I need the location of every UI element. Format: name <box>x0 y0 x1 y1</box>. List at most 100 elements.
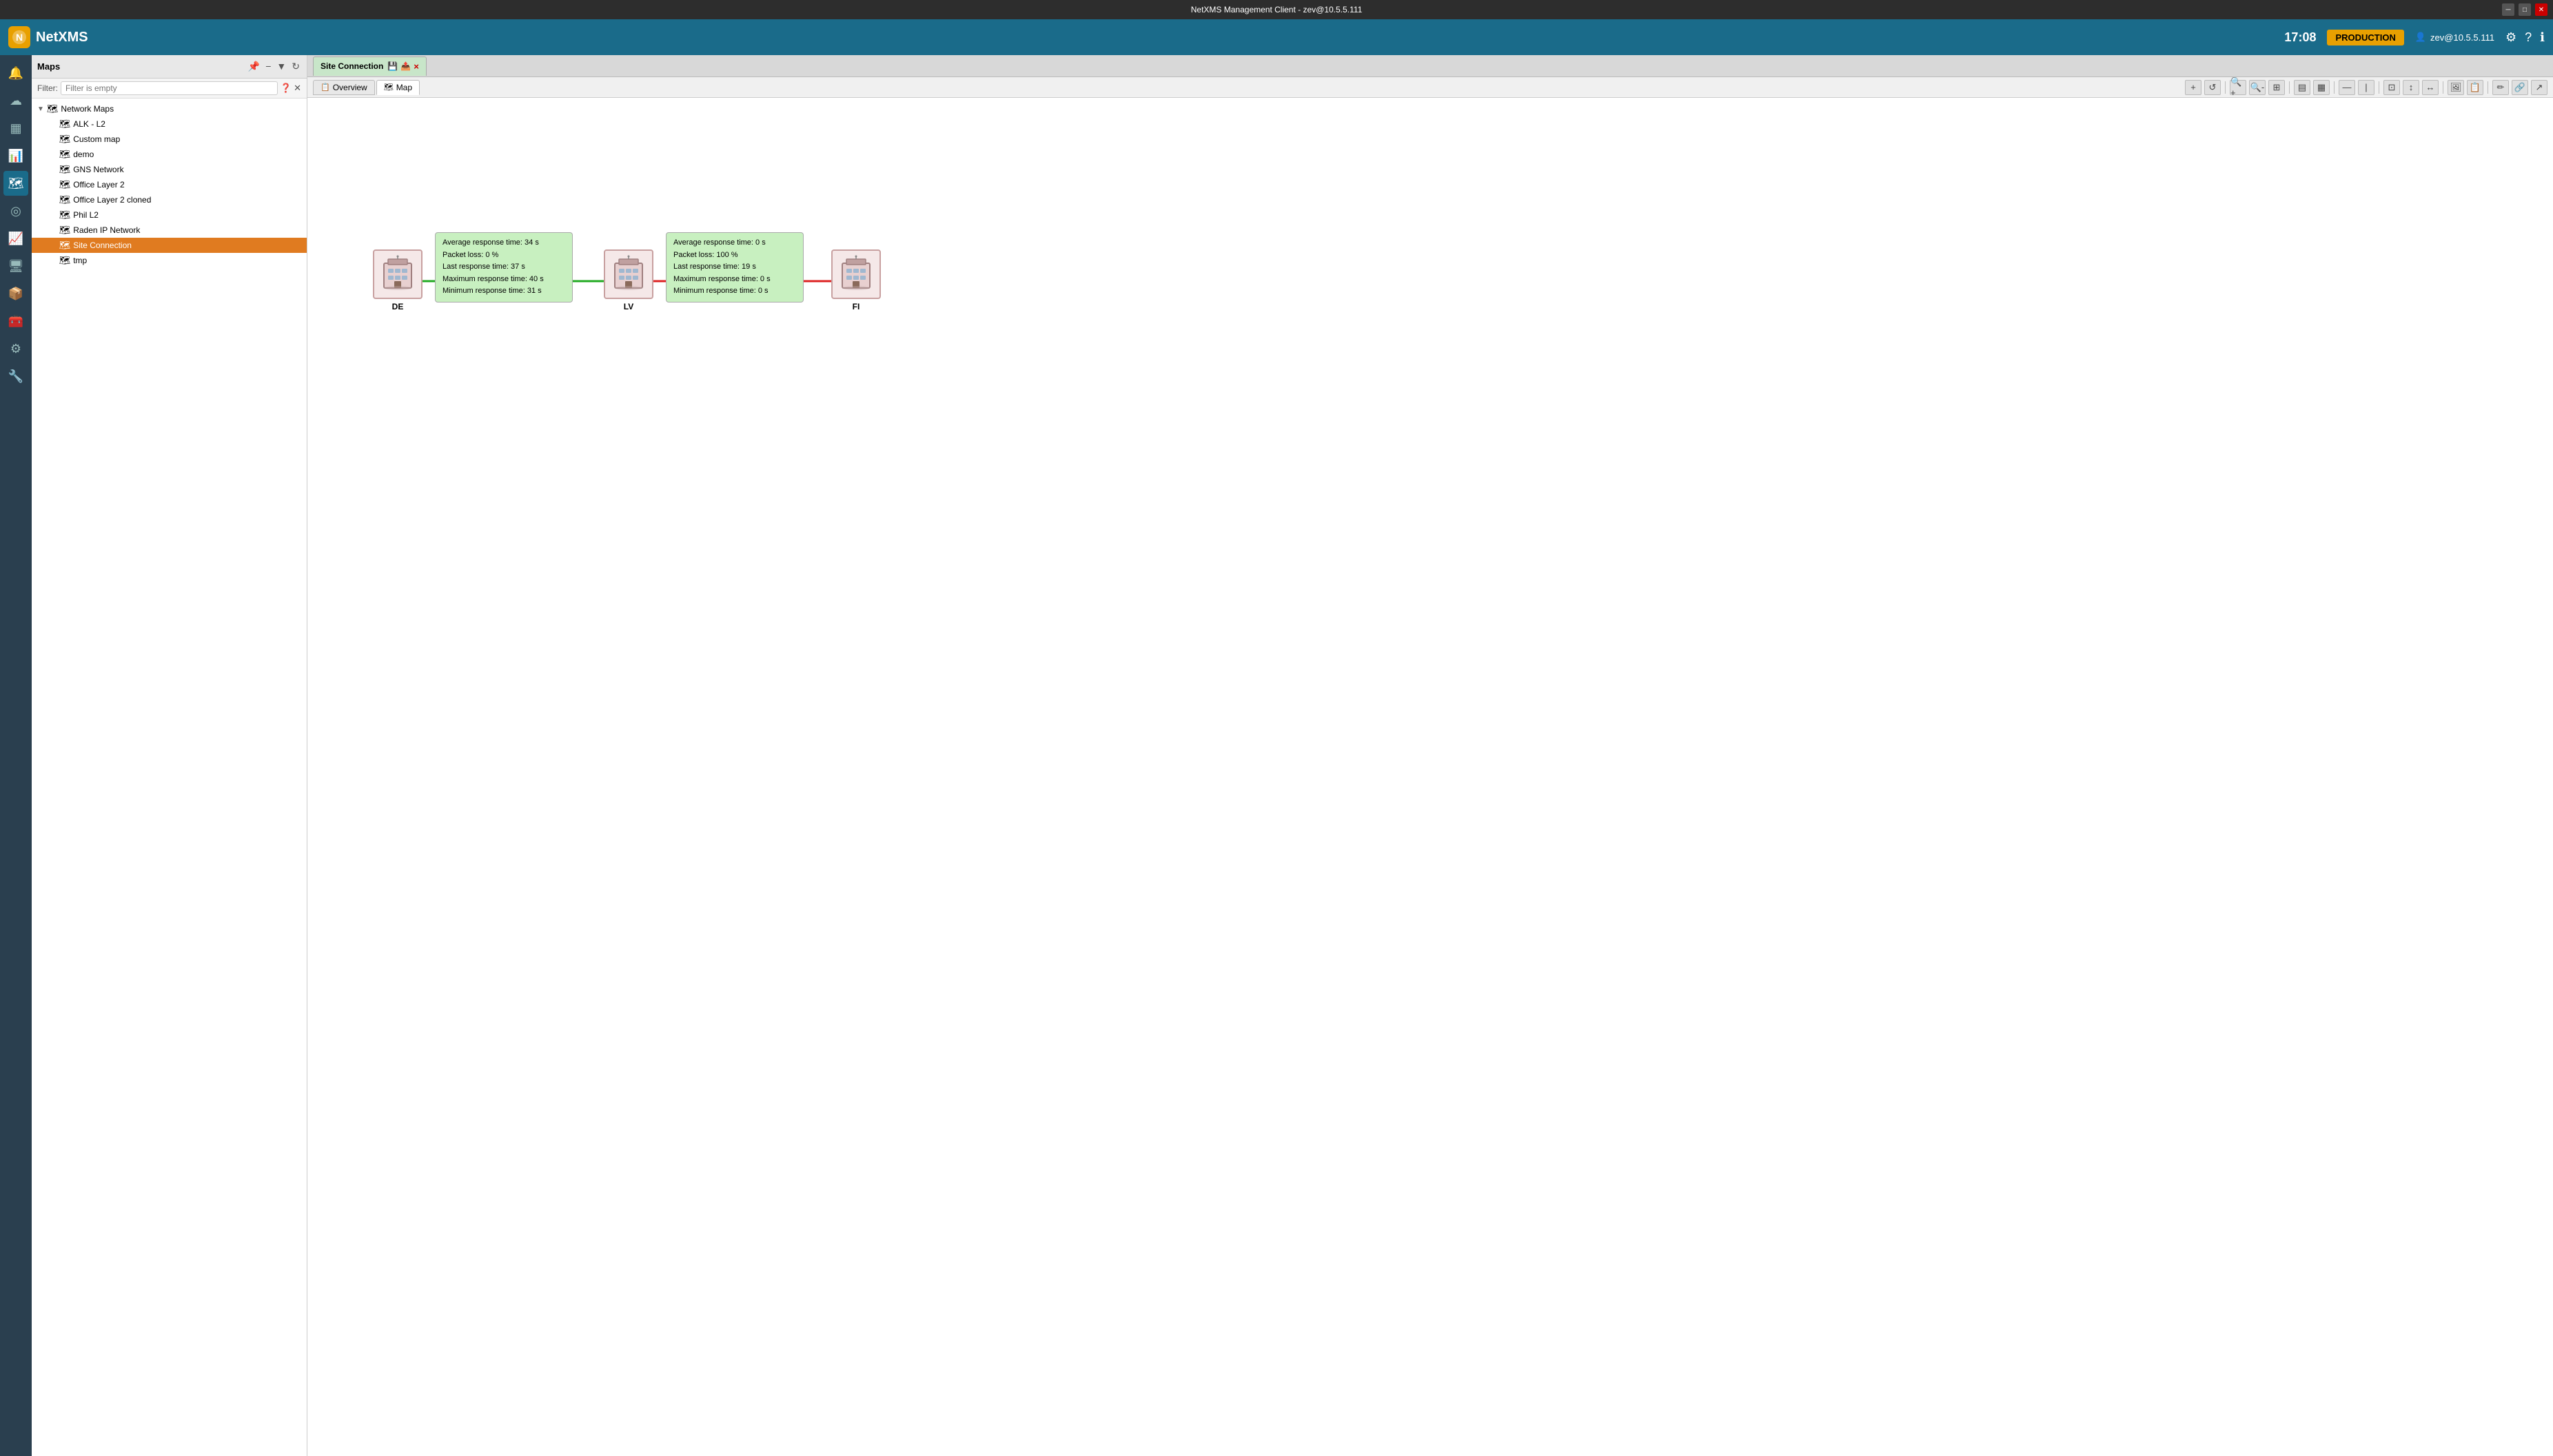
report-nav-btn[interactable]: 📊 <box>3 143 28 168</box>
cloud-nav-btn[interactable]: ☁ <box>3 88 28 113</box>
filter-clear-icon[interactable]: ✕ <box>294 83 301 94</box>
frame-btn[interactable]: ⊡ <box>2383 80 2400 95</box>
distribute-v-btn[interactable]: ↕ <box>2403 80 2419 95</box>
filter-bar: Filter: ❓ ✕ <box>32 79 307 99</box>
view-tabs[interactable]: 📋 Overview 🗺 Map <box>313 80 420 95</box>
node-fi[interactable]: FI <box>831 249 881 311</box>
list-view-btn[interactable]: ▤ <box>2294 80 2310 95</box>
undo-btn[interactable]: ↺ <box>2204 80 2221 95</box>
tree-label-tmp: tmp <box>73 256 87 265</box>
panel-title: Maps <box>37 61 60 72</box>
sidebar-item-raden-ip[interactable]: ▶ 🗺 Raden IP Network <box>32 223 307 238</box>
tree-label-office-layer2: Office Layer 2 <box>73 180 124 189</box>
logo-text: NetXMS <box>36 30 88 45</box>
refresh-icon[interactable]: ↻ <box>290 59 301 74</box>
toolbar-sep-2 <box>2289 81 2290 94</box>
tooltip-min-response-de: Minimum response time: 31 s <box>443 285 565 298</box>
sidebar-item-site-connection[interactable]: ▶ 🗺 Site Connection <box>32 238 307 253</box>
filter-icons[interactable]: ❓ ✕ <box>281 83 301 94</box>
svg-text:N: N <box>16 32 23 43</box>
tab-overview[interactable]: 📋 Overview <box>313 80 375 95</box>
sidebar-icons: 🔔 ☁ ▦ 📊 🗺 ◎ 📈 🖥 📦 🧰 ⚙ 🔧 <box>0 55 32 1456</box>
tree-root-item[interactable]: ▼ 🗺 Network Maps <box>32 101 307 116</box>
panel-header: Maps 📌 − ▼ ↻ <box>32 55 307 79</box>
tree-label-gns-network: GNS Network <box>73 165 123 174</box>
node-de[interactable]: DE <box>373 249 423 311</box>
tree-expand-icon[interactable]: ▼ <box>37 105 44 113</box>
tree-label-demo: demo <box>73 150 94 159</box>
user-info: 👤 zev@10.5.5.111 <box>2415 32 2494 43</box>
maximize-button[interactable]: □ <box>2519 3 2531 16</box>
tab-close-button[interactable]: × <box>414 61 419 72</box>
user-text: zev@10.5.5.111 <box>2430 32 2494 43</box>
tooltip-last-response-de: Last response time: 37 s <box>443 261 565 274</box>
node-de-label: DE <box>392 302 404 311</box>
wrench-nav-btn[interactable]: 🔧 <box>3 364 28 389</box>
title-bar-controls[interactable]: ─ □ ✕ <box>2502 3 2547 16</box>
dashboard-nav-btn[interactable]: ▦ <box>3 116 28 141</box>
top-nav-icons[interactable]: ⚙ ? ℹ <box>2505 30 2545 45</box>
tooltip-min-response-lv: Minimum response time: 0 s <box>673 285 796 298</box>
node-lv-label: LV <box>624 302 633 311</box>
export-map-btn[interactable]: ↗ <box>2531 80 2547 95</box>
grid-view-btn[interactable]: ▦ <box>2313 80 2330 95</box>
sidebar-item-office-layer2-cloned[interactable]: ▶ 🗺 Office Layer 2 cloned <box>32 192 307 207</box>
toolbar-sep-3 <box>2334 81 2335 94</box>
monitor-nav-btn[interactable]: 🖥 <box>3 254 28 278</box>
topology-nav-btn[interactable]: ◎ <box>3 198 28 223</box>
sidebar-item-demo[interactable]: ▶ 🗺 demo <box>32 147 307 162</box>
tooltip-avg-response-lv: Average response time: 0 s <box>673 237 796 249</box>
map-nav-btn[interactable]: 🗺 <box>3 171 28 196</box>
distribute-h-btn[interactable]: ↔ <box>2422 80 2439 95</box>
package-nav-btn[interactable]: 📦 <box>3 281 28 306</box>
map-tab-icon: 🗺 <box>384 83 394 92</box>
fit-btn[interactable]: ⊞ <box>2268 80 2285 95</box>
sidebar-item-office-layer2[interactable]: ▶ 🗺 Office Layer 2 <box>32 177 307 192</box>
align-v-btn[interactable]: | <box>2358 80 2374 95</box>
filter-input[interactable] <box>61 81 278 95</box>
minus-icon[interactable]: − <box>264 59 272 74</box>
tab-map[interactable]: 🗺 Map <box>376 80 420 95</box>
edit-btn[interactable]: ✏ <box>2492 80 2509 95</box>
tooltip-max-response-lv: Maximum response time: 0 s <box>673 274 796 286</box>
toolbar-sep-1 <box>2225 81 2226 94</box>
tools-nav-btn[interactable]: 🧰 <box>3 309 28 334</box>
add-btn[interactable]: + <box>2185 80 2201 95</box>
sidebar-item-custom-map[interactable]: ▶ 🗺 Custom map <box>32 132 307 147</box>
sidebar-item-phil-l2[interactable]: ▶ 🗺 Phil L2 <box>32 207 307 223</box>
zoom-out-btn[interactable]: 🔍- <box>2249 80 2266 95</box>
help-icon[interactable]: ? <box>2525 30 2532 45</box>
logo-area: N NetXMS <box>8 26 88 48</box>
sidebar-item-alk-l2[interactable]: ▶ 🗺 ALK - L2 <box>32 116 307 132</box>
tab-icons[interactable]: 💾 📤 × <box>387 61 419 72</box>
close-button[interactable]: ✕ <box>2535 3 2547 16</box>
toolbar-right[interactable]: + ↺ 🔍+ 🔍- ⊞ ▤ ▦ — | ⊡ ↕ ↔ 🖼 📋 <box>2185 80 2547 95</box>
copy-btn[interactable]: 📋 <box>2467 80 2483 95</box>
sidebar-item-gns-network[interactable]: ▶ 🗺 GNS Network <box>32 162 307 177</box>
production-badge: PRODUCTION <box>2327 30 2403 45</box>
graph-nav-btn[interactable]: 📈 <box>3 226 28 251</box>
site-connection-tab[interactable]: Site Connection 💾 📤 × <box>313 57 427 76</box>
image-btn[interactable]: 🖼 <box>2448 80 2464 95</box>
tree-label-raden-ip: Raden IP Network <box>73 225 140 235</box>
info-icon[interactable]: ℹ <box>2540 30 2545 45</box>
filter-icon[interactable]: ▼ <box>275 59 287 74</box>
map-canvas[interactable]: DE Average response time: 34 s Packet lo… <box>307 98 2553 1456</box>
panel-header-icons[interactable]: 📌 − ▼ ↻ <box>247 59 301 74</box>
zoom-in-btn[interactable]: 🔍+ <box>2230 80 2246 95</box>
top-nav-right: 17:08 PRODUCTION 👤 zev@10.5.5.111 ⚙ ? ℹ <box>2284 30 2545 45</box>
tab-export-icon[interactable]: 📤 <box>400 61 411 72</box>
tab-save-icon[interactable]: 💾 <box>387 61 398 72</box>
settings-icon[interactable]: ⚙ <box>2505 30 2516 45</box>
content-tab-bar: Site Connection 💾 📤 × <box>307 55 2553 77</box>
minimize-button[interactable]: ─ <box>2502 3 2514 16</box>
tree-container: ▼ 🗺 Network Maps ▶ 🗺 ALK - L2 ▶ 🗺 Custom… <box>32 99 307 1456</box>
pin-icon[interactable]: 📌 <box>247 59 261 74</box>
sidebar-item-tmp[interactable]: ▶ 🗺 tmp <box>32 253 307 268</box>
node-lv[interactable]: LV <box>604 249 653 311</box>
link-btn[interactable]: 🔗 <box>2512 80 2528 95</box>
align-h-btn[interactable]: — <box>2339 80 2355 95</box>
filter-help-icon[interactable]: ❓ <box>281 83 292 94</box>
alerts-nav-btn[interactable]: 🔔 <box>3 61 28 85</box>
gear-nav-btn[interactable]: ⚙ <box>3 336 28 361</box>
